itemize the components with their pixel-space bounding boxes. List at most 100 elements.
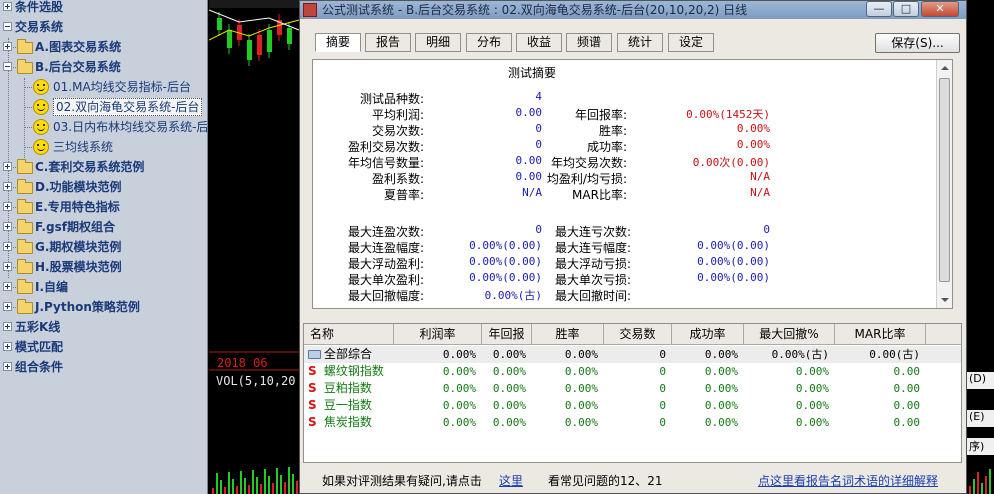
results-col-header[interactable]: 成功率 bbox=[672, 324, 744, 345]
summary-value: 0.00%(0.00) bbox=[469, 271, 542, 284]
result-cell: 0.00% bbox=[442, 416, 476, 429]
summary-label: 年均交易次数: bbox=[550, 156, 627, 170]
tree-item[interactable]: 三均线系统 bbox=[0, 138, 207, 156]
expand-toggle-icon[interactable] bbox=[3, 362, 12, 371]
summary-label: 最大连亏次数: bbox=[555, 225, 632, 239]
result-cell: 0 bbox=[659, 382, 666, 395]
tree-item[interactable]: E.专用特色指标 bbox=[0, 198, 207, 216]
results-row[interactable]: 全部综合 0.00% 0.00% 0.00% 0 0.00% 0.00%(古) 0.00(古) bbox=[304, 346, 961, 363]
tab-5[interactable]: 频谱 bbox=[566, 33, 612, 52]
expand-toggle-icon[interactable] bbox=[3, 2, 12, 11]
smiley-formula-icon bbox=[33, 79, 49, 95]
expand-toggle-icon[interactable] bbox=[3, 342, 12, 351]
help-link-here[interactable]: 这里 bbox=[499, 472, 523, 489]
tree-item[interactable]: 模式匹配 bbox=[0, 338, 207, 356]
result-cell: 0 bbox=[659, 348, 666, 361]
folder-icon bbox=[17, 239, 33, 254]
candle-body bbox=[267, 30, 272, 52]
expand-toggle-icon[interactable] bbox=[3, 222, 12, 231]
symbol-s-icon: S bbox=[308, 398, 317, 412]
tree-item[interactable]: 03.日内布林均线交易系统-后 bbox=[0, 118, 207, 136]
tree-item[interactable]: A.图表交易系统 bbox=[0, 38, 207, 56]
expand-toggle-icon[interactable] bbox=[3, 182, 12, 191]
results-col-header[interactable]: 年回报 bbox=[482, 324, 532, 345]
expand-toggle-icon[interactable] bbox=[3, 302, 12, 311]
expand-toggle-icon[interactable] bbox=[3, 322, 12, 331]
tab-1[interactable]: 报告 bbox=[365, 33, 411, 52]
tree-item[interactable]: D.功能模块范例 bbox=[0, 178, 207, 196]
maximize-button[interactable]: □ bbox=[893, 1, 919, 17]
ma-line bbox=[209, 9, 300, 31]
tab-0[interactable]: 摘要 bbox=[315, 33, 361, 52]
collapse-toggle-icon[interactable] bbox=[3, 22, 12, 31]
scroll-down-arrow-icon[interactable] bbox=[941, 298, 949, 302]
result-cell: 0.00% bbox=[492, 348, 526, 361]
tree-item[interactable]: 五彩K线 bbox=[0, 318, 207, 336]
expand-toggle-icon[interactable] bbox=[3, 162, 12, 171]
dialog-titlebar[interactable]: 公式测试系统 - B.后台交易系统 : 02.双向海龟交易系统-后台(20,10… bbox=[300, 1, 966, 19]
close-button[interactable]: ✕ bbox=[921, 1, 959, 17]
summary-label: 测试品种数: bbox=[359, 92, 424, 106]
save-button[interactable]: 保存(S)... bbox=[875, 33, 960, 53]
faq-text: 看常见问题的12、21 bbox=[548, 474, 663, 488]
tree-item[interactable]: I.自编 bbox=[0, 278, 207, 296]
tree-item[interactable]: G.期权模块范例 bbox=[0, 238, 207, 256]
results-row[interactable]: S 豆一指数 0.00% 0.00% 0.00% 0 0.00% 0.00% 0.00 bbox=[304, 397, 961, 414]
result-cell: 0.00% bbox=[564, 382, 598, 395]
candle-body bbox=[227, 30, 232, 48]
summary-label: 最大单次盈利: bbox=[347, 273, 424, 287]
tab-2[interactable]: 明细 bbox=[415, 33, 461, 52]
tree-item-label: E.专用特色指标 bbox=[35, 200, 120, 214]
volume-bar bbox=[260, 484, 262, 494]
summary-scrollbar[interactable] bbox=[936, 60, 952, 308]
tab-4[interactable]: 收益 bbox=[516, 33, 562, 52]
formula-tree-panel: 条件选股交易系统 A.图表交易系统 B.后台交易系统 01.MA均线交易指标-后台 02… bbox=[0, 0, 208, 494]
results-col-header[interactable]: MAR比率 bbox=[835, 324, 926, 345]
tree-item[interactable]: 01.MA均线交易指标-后台 bbox=[0, 78, 207, 96]
result-cell: 0.00% bbox=[442, 382, 476, 395]
summary-value: 0.00 bbox=[515, 154, 543, 167]
tab-7[interactable]: 设定 bbox=[668, 33, 714, 52]
expand-toggle-icon[interactable] bbox=[3, 282, 12, 291]
tree-item[interactable]: 交易系统 bbox=[0, 18, 207, 36]
volume-bar bbox=[969, 486, 971, 494]
summary-label: 最大浮动盈利: bbox=[347, 257, 424, 271]
results-row[interactable]: S 螺纹钢指数 0.00% 0.00% 0.00% 0 0.00% 0.00% 0.00 bbox=[304, 363, 961, 380]
tree-item[interactable]: H.股票模块范例 bbox=[0, 258, 207, 276]
results-col-header[interactable]: 名称 bbox=[304, 324, 394, 345]
tab-6[interactable]: 统计 bbox=[617, 33, 663, 52]
scroll-thumb[interactable] bbox=[939, 78, 950, 282]
volume-bar bbox=[977, 472, 979, 494]
right-strip-item-2: (E) bbox=[967, 410, 994, 427]
expand-toggle-icon[interactable] bbox=[3, 42, 12, 51]
result-cell: 0.00% bbox=[492, 382, 526, 395]
results-col-header[interactable]: 最大回撤% bbox=[744, 324, 835, 345]
results-row[interactable]: S 焦炭指数 0.00% 0.00% 0.00% 0 0.00% 0.00% 0.00 bbox=[304, 414, 961, 431]
minimize-button[interactable]: — bbox=[866, 1, 892, 17]
tree-item[interactable]: J.Python策略范例 bbox=[0, 298, 207, 316]
scroll-up-arrow-icon[interactable] bbox=[941, 66, 949, 70]
result-cell: 0.00(古) bbox=[869, 348, 920, 361]
tree-item-label: 五彩K线 bbox=[15, 320, 61, 334]
tree-item[interactable]: 条件选股 bbox=[0, 0, 207, 16]
tree-item-label: 组合条件 bbox=[15, 360, 64, 374]
expand-toggle-icon[interactable] bbox=[3, 242, 12, 251]
tree-item[interactable]: C.套利交易系统范例 bbox=[0, 158, 207, 176]
results-col-header[interactable]: 胜率 bbox=[532, 324, 604, 345]
tab-3[interactable]: 分布 bbox=[466, 33, 512, 52]
tree-item[interactable]: 02.双向海龟交易系统-后台 bbox=[0, 98, 207, 116]
volume-bar bbox=[216, 473, 218, 494]
test-summary-panel: 测试摘要 测试品种数: 4 平均利润: 0.00 年回报率: 0.00%(1452天) 交易… bbox=[312, 59, 953, 309]
expand-toggle-icon[interactable] bbox=[3, 262, 12, 271]
tree-item[interactable]: F.gsf期权组合 bbox=[0, 218, 207, 236]
collapse-toggle-icon[interactable] bbox=[3, 62, 12, 71]
results-row[interactable]: S 豆粕指数 0.00% 0.00% 0.00% 0 0.00% 0.00% 0.00 bbox=[304, 380, 961, 397]
tree-item[interactable]: B.后台交易系统 bbox=[0, 58, 207, 76]
tree-item-label: H.股票模块范例 bbox=[35, 260, 122, 274]
results-col-header[interactable]: 交易数 bbox=[604, 324, 672, 345]
expand-toggle-icon[interactable] bbox=[3, 202, 12, 211]
tree-item-label: 01.MA均线交易指标-后台 bbox=[53, 80, 191, 94]
glossary-link[interactable]: 点这里看报告名词术语的详细解释 bbox=[758, 472, 938, 489]
results-col-header[interactable]: 利润率 bbox=[394, 324, 482, 345]
tree-item[interactable]: 组合条件 bbox=[0, 358, 207, 376]
